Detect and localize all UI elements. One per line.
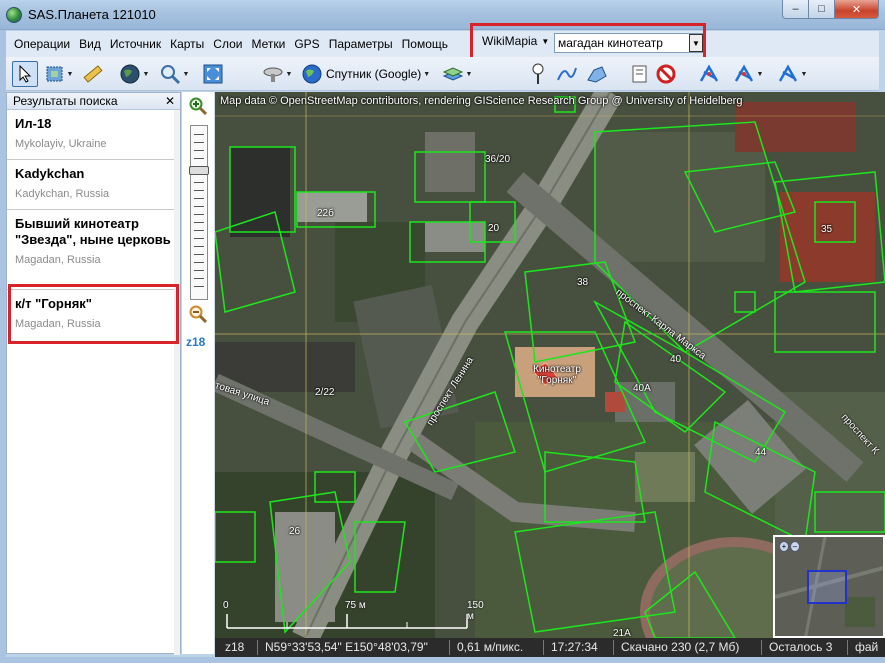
- close-icon[interactable]: ✕: [165, 93, 175, 110]
- result-location: Magadan, Russia: [15, 318, 101, 330]
- gps-track-icon[interactable]: ▼: [728, 61, 768, 87]
- cursor-icon[interactable]: [12, 61, 38, 87]
- window-controls: – □ ✕: [782, 0, 879, 20]
- menu-view[interactable]: Вид: [75, 34, 106, 54]
- gps-icon[interactable]: [696, 61, 722, 87]
- search-result-item[interactable]: Бывший кинотеатр "Звезда", ныне церковь …: [7, 210, 174, 290]
- building-label: 22б: [317, 208, 334, 219]
- cinema-label[interactable]: Кинотеатр "Горняк": [527, 364, 587, 386]
- search-provider-label: WikiMapia: [482, 34, 538, 48]
- search-provider-dropdown[interactable]: WikiMapia ▼: [482, 34, 549, 48]
- notes-icon[interactable]: [628, 61, 652, 87]
- status-bar: z18 N59°33'53,54" E150°48'03,79" 0,61 м/…: [215, 638, 885, 657]
- layers-icon[interactable]: ▼: [440, 61, 474, 87]
- polygon-icon[interactable]: [584, 61, 610, 87]
- building-label: 20: [488, 223, 500, 234]
- result-location: Kadykchan, Russia: [15, 188, 110, 200]
- building-label: 38: [577, 277, 589, 288]
- minimap-viewport[interactable]: [807, 570, 847, 604]
- building-label: 2/22: [315, 387, 335, 398]
- minimize-button[interactable]: –: [782, 0, 809, 19]
- result-location: Magadan, Russia: [15, 254, 101, 266]
- building-label: 26: [289, 526, 301, 537]
- menu-layers[interactable]: Слои: [209, 34, 247, 54]
- close-button[interactable]: ✕: [834, 0, 879, 19]
- zoom-tool-icon[interactable]: ▼: [156, 61, 192, 87]
- status-downloaded: Скачано 230 (2,7 Мб): [621, 640, 740, 654]
- placemark-icon[interactable]: [526, 61, 550, 87]
- building-label: 40: [670, 354, 682, 365]
- search-input[interactable]: магадан кинотеатр: [554, 33, 704, 53]
- result-title: Kadykchan: [15, 166, 85, 181]
- building-label: 35: [821, 224, 833, 235]
- layers-select-icon[interactable]: ▼: [42, 61, 76, 87]
- satellite-dish-icon[interactable]: ▼: [260, 61, 294, 87]
- status-remaining: Осталось 3: [769, 640, 833, 654]
- search-result-item[interactable]: Kadykchan Kadykchan, Russia: [7, 160, 174, 210]
- maximize-button[interactable]: □: [808, 0, 835, 19]
- zoom-out-icon[interactable]: [189, 305, 207, 323]
- minimap-minus-icon[interactable]: –: [790, 541, 800, 552]
- menu-marks[interactable]: Метки: [247, 34, 290, 54]
- map-attribution: Map data © OpenStreetMap contributors, r…: [220, 95, 743, 107]
- status-zoom: z18: [225, 640, 245, 654]
- search-result-item[interactable]: Ил-18 Mykolayiv, Ukraine: [7, 110, 174, 160]
- minimap-plus-icon[interactable]: +: [779, 541, 789, 552]
- status-time: 17:27:34: [551, 640, 598, 654]
- globe-icon[interactable]: ▼: [116, 61, 152, 87]
- map-source-dropdown[interactable]: Спутник (Google) ▼: [302, 61, 434, 87]
- zoom-in-icon[interactable]: [189, 97, 207, 115]
- map-source-label: Спутник (Google): [326, 67, 422, 81]
- status-files: фай: [855, 640, 879, 654]
- result-title: к/т "Горняк": [15, 296, 92, 311]
- overview-minimap[interactable]: + –: [773, 535, 885, 638]
- scale-label-mid: 75 м: [345, 600, 366, 611]
- map-view[interactable]: Map data © OpenStreetMap contributors, r…: [215, 92, 885, 638]
- status-coordinates: N59°33'53,54" E150°48'03,79": [265, 640, 428, 654]
- result-title: Ил-18: [15, 116, 52, 131]
- search-result-item-selected[interactable]: к/т "Горняк" Magadan, Russia: [7, 290, 174, 340]
- menu-operations[interactable]: Операции: [10, 34, 75, 54]
- globe-source-icon: [302, 64, 322, 84]
- building-label: 44: [755, 447, 767, 458]
- title-bar: SAS.Планета 121010 – □ ✕: [0, 0, 885, 30]
- menu-parameters[interactable]: Параметры: [325, 34, 398, 54]
- zoom-level-label: z18: [186, 335, 206, 349]
- gps-settings-icon[interactable]: ▼: [772, 61, 812, 87]
- status-resolution: 0,61 м/пикс.: [457, 640, 524, 654]
- zoom-control: z18: [182, 92, 215, 654]
- panel-scrollbar[interactable]: [174, 110, 180, 655]
- scale-bar: 0 75 м 150 м: [223, 600, 493, 630]
- building-label: 36/20: [485, 154, 511, 165]
- scale-label-max: 150 м: [467, 600, 484, 622]
- zoom-slider-thumb[interactable]: [189, 166, 209, 175]
- path-icon[interactable]: [554, 61, 580, 87]
- result-location: Mykolayiv, Ukraine: [15, 138, 107, 150]
- result-title: Бывший кинотеатр "Звезда", ныне церковь: [15, 216, 171, 247]
- menu-source[interactable]: Источник: [106, 34, 166, 54]
- window-title: SAS.Планета 121010: [28, 7, 156, 22]
- toolbar: ▼ ▼ ▼ ▼ Спутник (Google) ▼ ▼ ▼ ▼: [6, 57, 879, 91]
- menu-help[interactable]: Помощь: [398, 34, 453, 54]
- ruler-icon[interactable]: [80, 61, 106, 87]
- search-results-header: Результаты поиска ✕: [7, 93, 180, 110]
- building-label: 21А: [613, 628, 631, 638]
- menu-maps[interactable]: Карты: [166, 34, 209, 54]
- scale-label-zero: 0: [223, 600, 229, 611]
- menu-gps[interactable]: GPS: [290, 34, 324, 54]
- search-results-title: Результаты поиска: [13, 94, 118, 108]
- stop-icon[interactable]: [654, 61, 678, 87]
- building-label: 40А: [633, 383, 651, 394]
- zoom-slider[interactable]: [189, 125, 209, 300]
- chevron-down-icon: ▼: [541, 36, 550, 46]
- search-results-panel: Результаты поиска ✕ Ил-18 Mykolayiv, Ukr…: [6, 92, 181, 655]
- menu-bar: Операции Вид Источник Карты Слои Метки G…: [6, 31, 879, 57]
- minimap-zoom-controls[interactable]: + –: [779, 541, 801, 553]
- window-frame-bottom: [0, 657, 885, 663]
- app-globe-icon: [6, 7, 22, 23]
- search-history-dropdown[interactable]: ▼: [689, 34, 703, 52]
- fullscreen-icon[interactable]: [200, 61, 226, 87]
